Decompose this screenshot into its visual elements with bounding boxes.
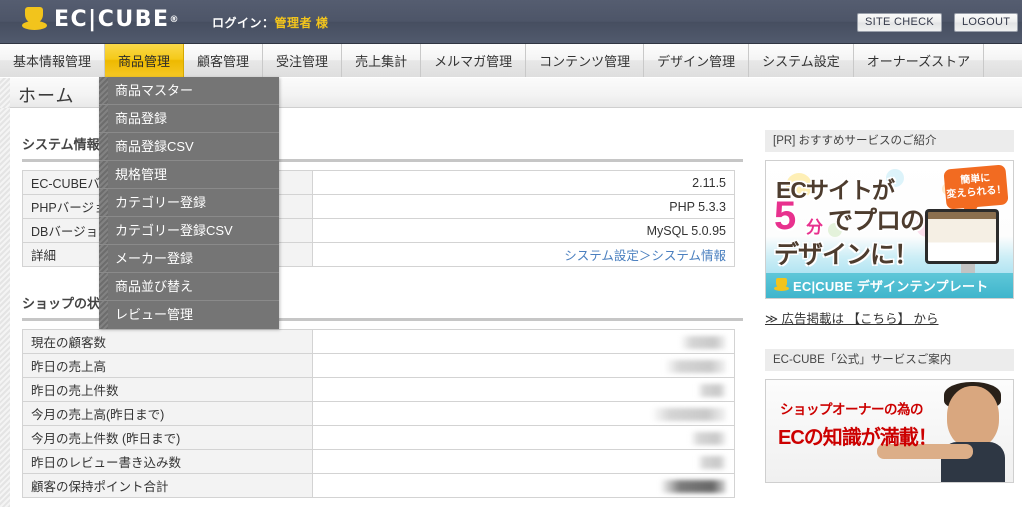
dropdown-item-0[interactable]: 商品マスター [99,77,279,105]
pr-banner-line2: でプロの [828,207,925,235]
pr-banner-big-number: 5 [774,194,797,238]
logo-text: EC|CUBE® [54,7,181,32]
nav-tab-9[interactable]: オーナーズストア [853,44,985,77]
left-rail-stripe [0,108,10,507]
login-user-name: 管理者 様 [274,16,329,30]
pr-design-template-banner[interactable]: ECサイトが 5 分 でプロの デザインに！ 簡単に 変えられる！ EC|CUB… [765,160,1014,299]
pr-banner-brand-strip: EC|CUBE デザインテンプレート [766,273,1013,298]
nav-tab-3[interactable]: 受注管理 [263,44,343,77]
page-title: ホーム [18,86,75,106]
nav-tab-5[interactable]: メルマガ管理 [421,44,527,77]
shop-status-label: 今月の売上件数 (昨日まで) [22,425,313,450]
nav-filler [984,44,1022,77]
shop-status-table: 現在の顧客数 昨日の売上高 昨日の売上件数 今月の売上高(昨日まで) 今月の売上件数 (… [22,329,735,498]
ec-cube-hat-icon [774,278,789,293]
shop-status-value [312,377,735,402]
right-sidebar: [PR] おすすめサービスのご紹介 ECサイトが 5 分 でプロの デザインに！… [757,108,1022,507]
product-management-dropdown-menu[interactable]: 商品マスター 商品登録 商品登録CSV 規格管理 カテゴリー登録 カテゴリー登録… [99,77,279,329]
dropdown-item-4[interactable]: カテゴリー登録 [99,189,279,217]
nav-tab-7[interactable]: デザイン管理 [644,44,750,77]
main-navigation: 基本情報管理 商品管理 顧客管理 受注管理 売上集計 メルマガ管理 コンテンツ管… [0,44,1022,77]
table-row: 昨日のレビュー書き込み数 [22,449,735,474]
pr-banner-balloon: 簡単に 変えられる！ [943,164,1009,210]
official-section-heading: EC-CUBE「公式」サービスご案内 [765,349,1014,371]
system-info-value[interactable]: システム設定＞システム情報 [312,242,735,267]
shop-status-label: 昨日のレビュー書き込み数 [22,449,313,474]
ad-placement-link[interactable]: ≫ 広告掲載は 【こちら】 から [765,308,1022,327]
dropdown-item-6[interactable]: メーカー登録 [99,245,279,273]
ec-cube-hat-icon [22,7,48,33]
app-header: EC|CUBE® ログイン：管理者 様 SITE CHECK LOGOUT [0,0,1022,44]
redacted-value [697,455,726,469]
redacted-value [697,383,726,397]
shop-status-value [312,401,735,426]
login-status: ログイン：管理者 様 [212,16,329,30]
logout-button[interactable]: LOGOUT [954,13,1019,32]
redacted-value [660,479,726,493]
redacted-value [680,335,726,349]
shop-status-value [312,329,735,354]
table-row: 今月の売上件数 (昨日まで) [22,425,735,450]
nav-tab-4[interactable]: 売上集計 [342,44,422,77]
dropdown-item-3[interactable]: 規格管理 [99,161,279,189]
table-row: 今月の売上高(昨日まで) [22,401,735,426]
shop-status-value [312,353,735,378]
shop-status-label: 現在の顧客数 [22,329,313,354]
dropdown-item-5[interactable]: カテゴリー登録CSV [99,217,279,245]
dropdown-item-2[interactable]: 商品登録CSV [99,133,279,161]
nav-tab-2[interactable]: 顧客管理 [184,44,264,77]
table-row: 昨日の売上件数 [22,377,735,402]
pr-banner-line3: デザインに！ [774,241,919,269]
nav-tab-6[interactable]: コンテンツ管理 [526,44,645,77]
redacted-value [651,407,726,421]
official-service-banner[interactable]: ショップオーナーの為の ECの知識が満載！ [765,379,1014,483]
shop-status-value [312,473,735,498]
monitor-illustration [925,209,999,264]
system-info-value: PHP 5.3.3 [312,194,735,219]
person-face [947,386,999,448]
shop-status-label: 今月の売上高(昨日まで) [22,401,313,426]
site-check-button[interactable]: SITE CHECK [857,13,943,32]
app-logo[interactable]: EC|CUBE® [22,7,180,33]
dropdown-item-7[interactable]: 商品並び替え [99,273,279,301]
table-row: 顧客の保持ポイント合計 [22,473,735,498]
shop-status-value [312,449,735,474]
redacted-value [690,431,726,445]
nav-tab-1[interactable]: 商品管理 [105,44,185,77]
redacted-value [664,359,726,373]
dropdown-item-1[interactable]: 商品登録 [99,105,279,133]
nav-tab-8[interactable]: システム設定 [749,44,854,77]
pr-section-heading: [PR] おすすめサービスのご紹介 [765,130,1014,152]
table-row: 現在の顧客数 [22,329,735,354]
shop-status-label: 昨日の売上件数 [22,377,313,402]
shop-status-value [312,425,735,450]
system-info-value: 2.11.5 [312,170,735,195]
shop-status-label: 顧客の保持ポイント合計 [22,473,313,498]
official-banner-line1: ショップオーナーの為の [780,402,924,417]
dropdown-item-8[interactable]: レビュー管理 [99,301,279,329]
nav-tab-0[interactable]: 基本情報管理 [0,44,106,77]
pr-banner-strip-text: EC|CUBE デザインテンプレート [793,279,989,294]
official-banner-line2: ECの知識が満載！ [778,427,938,449]
shop-status-label: 昨日の売上高 [22,353,313,378]
table-row: 昨日の売上高 [22,353,735,378]
page-title-stripe [0,78,10,108]
system-info-link[interactable]: システム設定＞システム情報 [564,249,726,263]
system-info-value: MySQL 5.0.95 [312,218,735,243]
